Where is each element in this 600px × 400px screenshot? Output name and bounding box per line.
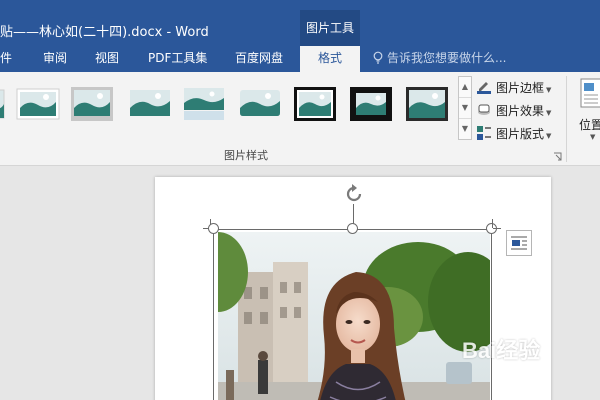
baidu-jingyan-watermark: Bai经验 [462, 338, 541, 363]
style-thumb-white-frame[interactable] [16, 86, 60, 122]
picture-border-label: 图片边框 [496, 81, 545, 95]
tab-baidu-netdisk[interactable]: 百度网盘 [235, 46, 283, 72]
style-thumb-rounded[interactable] [238, 86, 282, 122]
pencil-border-icon [477, 82, 491, 94]
gallery-more-icon[interactable]: ▼ [459, 119, 471, 140]
style-thumb-shadow-frame[interactable] [70, 86, 114, 122]
style-thumb-black-double-frame[interactable] [293, 86, 337, 122]
resize-handle-top-center[interactable] [347, 223, 358, 234]
tell-me-placeholder: 告诉我您想要做什么... [387, 51, 507, 65]
effects-icon [478, 104, 490, 115]
document-area [0, 167, 600, 400]
tab-file[interactable]: 件 [0, 46, 12, 72]
style-thumb-reflected[interactable] [182, 86, 226, 122]
picture-styles-gallery [0, 80, 458, 140]
resize-handle-top-left[interactable] [208, 223, 219, 234]
chevron-down-icon: ▼ [546, 86, 552, 94]
tab-format[interactable]: 格式 [300, 46, 360, 73]
crop-mark [493, 228, 501, 229]
title-bar: 贴——林心如(二十四).docx - Word 图片工具 [0, 0, 600, 46]
picture-tools-label: 图片工具 [305, 21, 354, 35]
dialog-launcher-icon[interactable] [553, 152, 562, 161]
lightbulb-icon [373, 51, 383, 64]
tab-review[interactable]: 审阅 [43, 46, 67, 72]
chevron-down-icon: ▼ [590, 133, 596, 141]
layout-options-button[interactable] [506, 230, 532, 256]
picture-layout-label: 图片版式 [496, 127, 545, 141]
gallery-scroll-down-icon[interactable]: ▼ [459, 98, 471, 119]
picture-commands: 图片边框 ▼ 图片效果 ▼ 图片版式 ▼ [476, 76, 562, 142]
ribbon-tabs: 件 审阅 视图 PDF工具集 百度网盘 格式 告诉我您想要做什么... [0, 46, 600, 73]
style-thumb-dark-frame[interactable] [405, 86, 449, 122]
group-divider [566, 76, 567, 162]
ribbon-panel: ▲ ▼ ▼ 图片边框 ▼ 图片效果 ▼ 图片版式 ▼ 位置 ▼ 图片样式 [0, 72, 600, 166]
picture-tools-group: 图片工具 [300, 10, 360, 46]
picture-border-button[interactable]: 图片边框 ▼ [476, 78, 562, 98]
crop-mark [492, 219, 493, 228]
tab-pdf-tools[interactable]: PDF工具集 [148, 46, 207, 72]
position-button[interactable]: 位置 ▼ [572, 78, 600, 148]
picture-effects-button[interactable]: 图片效果 ▼ [476, 101, 562, 121]
selection-frame [213, 229, 492, 400]
picture-effects-label: 图片效果 [496, 104, 545, 118]
document-page [155, 177, 551, 400]
gallery-scroll-up-icon[interactable]: ▲ [459, 77, 471, 98]
chevron-down-icon: ▼ [546, 132, 552, 140]
picture-styles-group-label: 图片样式 [224, 149, 268, 162]
chevron-down-icon: ▼ [546, 109, 552, 117]
style-thumb-simple-frame[interactable] [0, 86, 6, 122]
style-thumb-soft-edge[interactable] [128, 86, 172, 122]
position-label: 位置 [579, 118, 600, 132]
wrap-text-icon [511, 236, 527, 250]
rotate-handle-icon[interactable] [342, 182, 366, 206]
style-thumb-thick-black-frame[interactable] [349, 86, 393, 122]
window-title: 贴——林心如(二十四).docx - Word [0, 25, 209, 40]
smartart-layout-icon [477, 126, 491, 140]
tell-me-search[interactable]: 告诉我您想要做什么... [373, 46, 506, 72]
position-icon [580, 78, 600, 108]
gallery-scrollbar: ▲ ▼ ▼ [458, 76, 472, 140]
picture-layout-button[interactable]: 图片版式 ▼ [476, 124, 562, 144]
tab-view[interactable]: 视图 [95, 46, 119, 72]
